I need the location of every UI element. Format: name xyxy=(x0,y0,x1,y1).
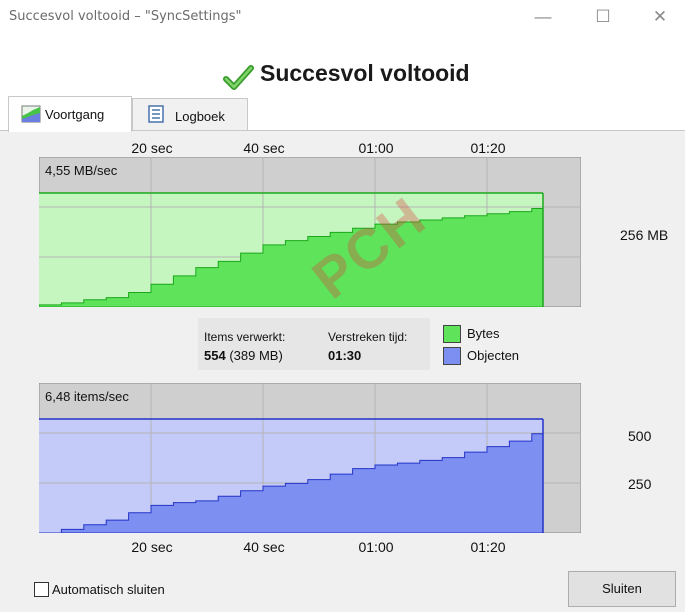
elapsed-time-caption: Verstreken tijd: xyxy=(328,330,408,344)
tab-voortgang[interactable]: Voortgang xyxy=(8,96,132,132)
tab-voortgang-label: Voortgang xyxy=(45,107,105,122)
legend-objects-swatch xyxy=(443,347,461,365)
tab-strip: Voortgang Logboek xyxy=(0,94,685,132)
items-processed-caption: Items verwerkt: xyxy=(204,330,286,344)
items-500-label: 500 xyxy=(628,428,652,444)
bottom-tick-label: 20 sec xyxy=(131,539,173,555)
bottom-tick-label: 01:20 xyxy=(470,539,506,555)
close-button[interactable]: Sluiten xyxy=(568,571,676,607)
items-rate-label: 6,48 items/sec xyxy=(45,389,129,404)
top-tick-label: 20 sec xyxy=(131,140,173,156)
items-size: (389 MB) xyxy=(229,348,283,363)
title-bar: Succesvol voltooid – "SyncSettings" — ☐ … xyxy=(0,0,685,34)
progress-chart-icon xyxy=(21,105,41,123)
bytes-area-chart xyxy=(39,157,581,307)
legend-bytes-swatch xyxy=(443,325,461,343)
auto-close-checkbox[interactable] xyxy=(34,582,49,597)
top-tick-label: 40 sec xyxy=(243,140,285,156)
stats-box: Items verwerkt: 554 (389 MB) Verstreken … xyxy=(198,318,430,370)
items-250-label: 250 xyxy=(628,476,652,492)
result-heading: Succesvol voltooid xyxy=(260,60,470,86)
minimize-button[interactable]: — xyxy=(520,3,566,31)
auto-close-label[interactable]: Automatisch sluiten xyxy=(52,582,165,597)
result-header: Succesvol voltooid xyxy=(0,34,685,94)
log-icon xyxy=(148,105,164,123)
elapsed-time-value: 01:30 xyxy=(328,348,362,363)
tab-logboek[interactable]: Logboek xyxy=(132,98,248,131)
items-area-chart xyxy=(39,383,581,533)
checkmark-icon xyxy=(223,65,254,90)
bottom-tick-label: 40 sec xyxy=(243,539,285,555)
bytes-total-label: 256 MB xyxy=(620,227,669,243)
close-window-button[interactable]: ✕ xyxy=(637,3,683,31)
items-count: 554 xyxy=(204,348,226,363)
bytes-rate-label: 4,55 MB/sec xyxy=(45,163,118,178)
top-tick-label: 01:00 xyxy=(358,140,394,156)
items-processed-value: 554 (389 MB) xyxy=(204,348,283,363)
legend-bytes-label: Bytes xyxy=(467,326,500,341)
bottom-tick-label: 01:00 xyxy=(358,539,394,555)
top-tick-label: 01:20 xyxy=(470,140,506,156)
tab-logboek-label: Logboek xyxy=(175,109,225,124)
legend-objects-label: Objecten xyxy=(467,348,520,363)
window-title: Succesvol voltooid – "SyncSettings" xyxy=(9,9,242,24)
maximize-button[interactable]: ☐ xyxy=(580,3,626,31)
